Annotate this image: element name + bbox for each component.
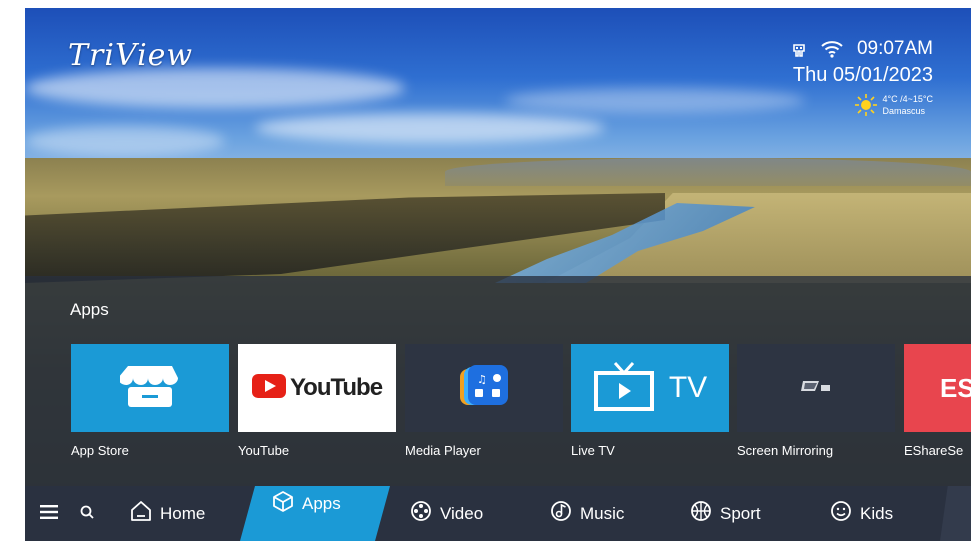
search-button[interactable] (80, 486, 94, 541)
weather-temperature: 4°C /4~15°C (882, 94, 933, 104)
menu-button[interactable] (40, 486, 58, 541)
app-label-live-tv: Live TV (571, 443, 615, 458)
sun-icon (854, 94, 877, 116)
app-label-screen-mirroring: Screen Mirroring (737, 443, 834, 458)
youtube-logo-text: YouTube (289, 374, 383, 401)
media-player-icon: ♫ (458, 363, 510, 414)
store-icon (118, 362, 180, 415)
app-label-eshare: EShareSe (904, 443, 964, 458)
live-tv-logo-text: TV (668, 371, 708, 404)
svg-text:♫: ♫ (477, 373, 487, 386)
smiley-icon (830, 500, 852, 527)
nav-tab-apps[interactable]: Apps (272, 476, 341, 531)
cloud (505, 88, 805, 113)
film-reel-icon (410, 500, 432, 527)
weather-widget: 4°C /4~15°C Damascus (791, 93, 933, 117)
nav-tab-sport[interactable]: Sport (690, 486, 761, 541)
status-area: 09:07AM Thu 05/01/2023 4°C /4~15°C Damas… (791, 38, 933, 117)
cloud (25, 126, 225, 156)
nav-tab-home[interactable]: Home (130, 486, 205, 541)
clock-date: Thu 05/01/2023 (792, 64, 933, 86)
screen-mirroring-icon (801, 378, 831, 399)
menu-icon (40, 504, 58, 524)
app-label-app-store: App Store (71, 443, 129, 458)
app-tile-media-player[interactable]: ♫ (405, 344, 563, 432)
ball-icon (690, 500, 712, 527)
tv-icon (593, 361, 655, 416)
music-icon (550, 500, 572, 527)
app-tile-app-store[interactable] (71, 344, 229, 432)
cloud (255, 113, 605, 143)
bottom-nav-bar: Home Apps Video Music Sport Kids (25, 486, 971, 541)
home-icon (130, 500, 152, 527)
usb-icon (791, 41, 807, 57)
nav-tab-label: Sport (720, 503, 761, 523)
nav-tab-video[interactable]: Video (410, 486, 483, 541)
nav-tab-label: Apps (302, 493, 341, 513)
nav-tab-label: Video (440, 503, 484, 523)
search-icon (80, 504, 94, 524)
nav-tab-kids[interactable]: Kids (830, 486, 893, 541)
wifi-icon (821, 40, 843, 58)
cube-icon (272, 490, 294, 517)
weather-city: Damascus (882, 106, 926, 116)
apps-section-title: Apps (70, 300, 109, 319)
eshare-logo-text: ES (940, 372, 971, 403)
nav-edge (940, 486, 971, 541)
nav-tab-music[interactable]: Music (550, 486, 624, 541)
app-tile-youtube[interactable]: YouTube (238, 344, 396, 432)
youtube-play-icon (251, 373, 286, 403)
clock-time: 09:07AM (856, 38, 933, 59)
tv-launcher-screen: TriView 09:07AM Thu 05/01/2023 4°C /4~15… (25, 8, 971, 541)
nav-tab-label: Home (160, 503, 206, 523)
distant-hills (445, 158, 971, 186)
nav-tab-label: Music (580, 503, 625, 523)
brand-logo: TriView (68, 38, 194, 73)
app-tile-eshare[interactable]: ES (904, 344, 971, 432)
app-tile-screen-mirroring[interactable] (737, 344, 895, 432)
app-tile-live-tv[interactable]: TV (571, 344, 729, 432)
cloud (25, 68, 405, 108)
nav-tab-label: Kids (860, 503, 894, 523)
app-label-media-player: Media Player (405, 443, 481, 458)
app-label-youtube: YouTube (238, 443, 290, 458)
